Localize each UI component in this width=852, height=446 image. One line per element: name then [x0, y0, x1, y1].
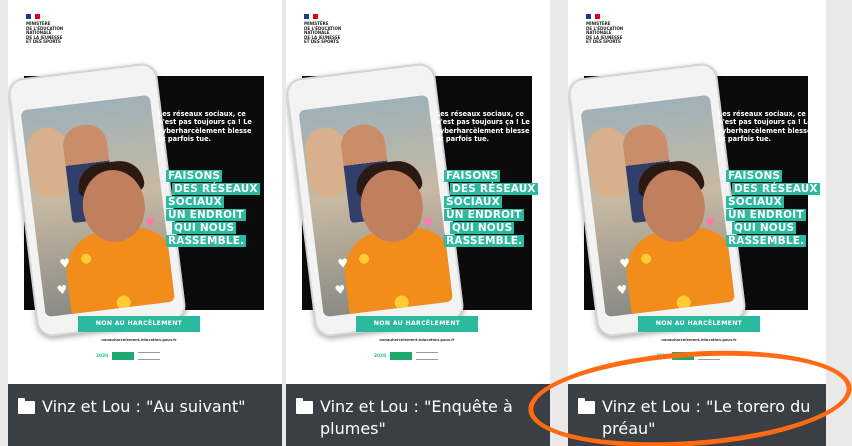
- slogan-line: DES RÉSEAUX: [450, 183, 538, 195]
- heart-icon: ♥: [336, 255, 350, 271]
- folder-icon: [18, 398, 35, 414]
- video-title[interactable]: Vinz et Lou : "Enquête à plumes": [320, 396, 540, 440]
- poster-thumbnail[interactable]: MINISTÈRE DE L'ÉDUCATION NATIONALE DE LA…: [286, 0, 550, 384]
- poster-cta-banner: NON AU HARCÈLEMENT: [78, 316, 200, 332]
- slogan-line: UN ENDROIT: [726, 209, 806, 221]
- emoji-icon: [393, 294, 410, 311]
- slogan-line: UN ENDROIT: [166, 209, 246, 221]
- poster-thumbnail[interactable]: MINISTÈRE DE L'ÉDUCATION NATIONALE DE LA…: [568, 0, 826, 384]
- heart-icon: ♥: [333, 282, 347, 298]
- video-title[interactable]: Vinz et Lou : "Au suivant": [42, 396, 272, 418]
- video-title[interactable]: Vinz et Lou : "Le torero du préau": [602, 396, 816, 440]
- slogan-line: DES RÉSEAUX: [172, 183, 260, 195]
- slogan-line: QUI NOUS: [732, 222, 797, 234]
- poster-slogan: FAISONS DES RÉSEAUX SOCIAUX UN ENDROIT Q…: [166, 170, 260, 248]
- ministry-logo: MINISTÈRE DE L'ÉDUCATION NATIONALE DE LA…: [26, 14, 72, 45]
- folder-icon: [296, 398, 313, 414]
- poster-cta-link: nonauharcelement.education.gouv.fr: [101, 338, 177, 342]
- partner-logo: [416, 352, 439, 360]
- poster-intro-text: Les réseaux sociaux, ce n'est pas toujou…: [718, 110, 812, 144]
- slogan-line: QUI NOUS: [172, 222, 237, 234]
- emoji-icon: [115, 294, 132, 311]
- phone-illustration: ♥ ♥ ♥: [8, 61, 188, 339]
- ministry-logo-text: MINISTÈRE DE L'ÉDUCATION NATIONALE DE LA…: [304, 21, 342, 45]
- slogan-line: UN ENDROIT: [444, 209, 524, 221]
- partner-logo: [138, 352, 161, 360]
- video-card-3[interactable]: MINISTÈRE DE L'ÉDUCATION NATIONALE DE LA…: [568, 0, 826, 446]
- ministry-logo: MINISTÈRE DE L'ÉDUCATION NATIONALE DE LA…: [586, 14, 632, 45]
- video-gallery: MINISTÈRE DE L'ÉDUCATION NATIONALE DE LA…: [0, 0, 852, 446]
- poster-intro-text: Les réseaux sociaux, ce n'est pas toujou…: [158, 110, 252, 144]
- video-card-caption[interactable]: Vinz et Lou : "Enquête à plumes": [286, 384, 550, 446]
- poster-slogan: FAISONS DES RÉSEAUX SOCIAUX UN ENDROIT Q…: [444, 170, 538, 248]
- heart-icon: ♥: [618, 255, 632, 271]
- video-card-1[interactable]: MINISTÈRE DE L'ÉDUCATION NATIONALE DE LA…: [8, 0, 282, 446]
- partner-logo: [112, 352, 135, 360]
- partner-logo: [698, 352, 721, 360]
- heart-icon: ♥: [615, 282, 629, 298]
- video-card-2[interactable]: MINISTÈRE DE L'ÉDUCATION NATIONALE DE LA…: [286, 0, 550, 446]
- slogan-line: FAISONS: [726, 170, 783, 182]
- poster-footer-logos: 2020: [374, 352, 439, 360]
- heart-icon: ♥: [704, 215, 717, 231]
- poster-intro-text: Les réseaux sociaux, ce n'est pas toujou…: [436, 110, 530, 144]
- slogan-line: DES RÉSEAUX: [732, 183, 820, 195]
- poster-cta-banner: NON AU HARCÈLEMENT: [638, 316, 760, 332]
- poster-footer-logos: 2020: [656, 352, 721, 360]
- ministry-logo-text: MINISTÈRE DE L'ÉDUCATION NATIONALE DE LA…: [26, 21, 64, 45]
- slogan-line: SOCIAUX: [726, 196, 784, 208]
- poster-cta-link: nonauharcelement.education.gouv.fr: [661, 338, 737, 342]
- poster-year: 2020: [656, 353, 669, 359]
- poster-footer-logos: 2020: [96, 352, 161, 360]
- slogan-line: FAISONS: [166, 170, 223, 182]
- heart-icon: ♥: [144, 215, 157, 231]
- slogan-line: RASSEMBLE.: [726, 235, 807, 247]
- slogan-line: RASSEMBLE.: [444, 235, 525, 247]
- poster-cta-link: nonauharcelement.education.gouv.fr: [379, 338, 455, 342]
- slogan-line: SOCIAUX: [166, 196, 224, 208]
- poster-cta-banner: NON AU HARCÈLEMENT: [356, 316, 478, 332]
- ministry-logo: MINISTÈRE DE L'ÉDUCATION NATIONALE DE LA…: [304, 14, 350, 45]
- emoji-icon: [675, 294, 692, 311]
- slogan-line: QUI NOUS: [450, 222, 515, 234]
- ministry-logo-text: MINISTÈRE DE L'ÉDUCATION NATIONALE DE LA…: [586, 21, 624, 45]
- partner-logo: [672, 352, 695, 360]
- video-card-caption[interactable]: Vinz et Lou : "Au suivant": [8, 384, 282, 446]
- heart-icon: ♥: [55, 282, 69, 298]
- phone-illustration: ♥ ♥ ♥: [286, 61, 466, 339]
- slogan-line: FAISONS: [444, 170, 501, 182]
- slogan-line: RASSEMBLE.: [166, 235, 247, 247]
- slogan-line: SOCIAUX: [444, 196, 502, 208]
- folder-icon: [578, 398, 595, 414]
- poster-slogan: FAISONS DES RÉSEAUX SOCIAUX UN ENDROIT Q…: [726, 170, 820, 248]
- heart-icon: ♥: [422, 215, 435, 231]
- poster-thumbnail[interactable]: MINISTÈRE DE L'ÉDUCATION NATIONALE DE LA…: [8, 0, 282, 384]
- phone-illustration: ♥ ♥ ♥: [568, 61, 748, 339]
- heart-icon: ♥: [58, 255, 72, 271]
- video-card-caption[interactable]: Vinz et Lou : "Le torero du préau": [568, 384, 826, 446]
- partner-logo: [390, 352, 413, 360]
- poster-year: 2020: [96, 353, 109, 359]
- poster-year: 2020: [374, 353, 387, 359]
